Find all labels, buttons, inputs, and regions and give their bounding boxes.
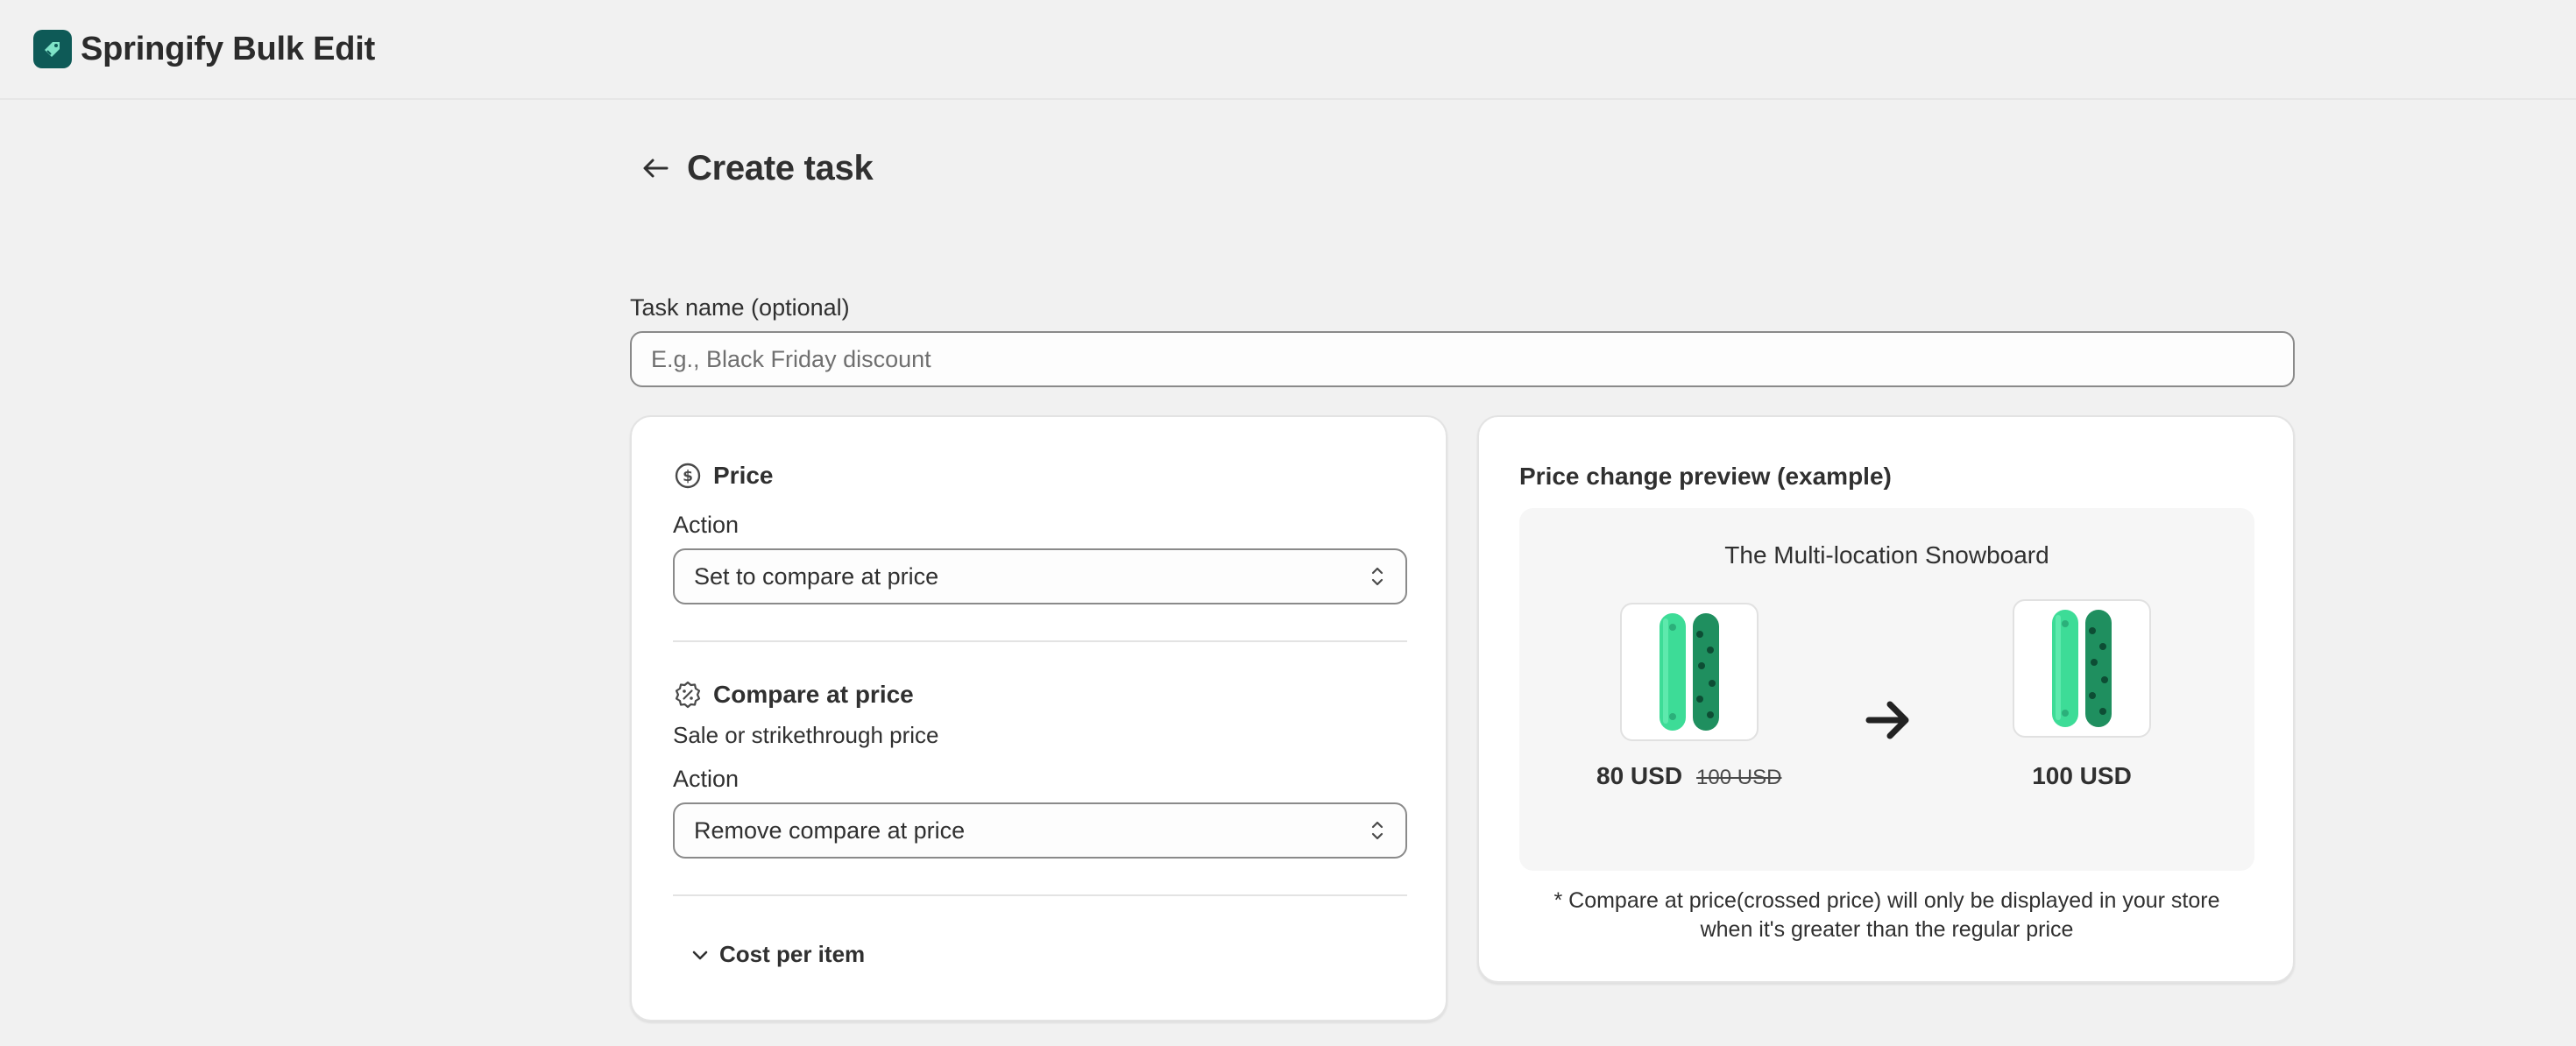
- before-price-value: 80 USD: [1596, 762, 1683, 789]
- compare-section-title: Compare at price: [713, 681, 914, 708]
- section-divider: [673, 640, 1407, 642]
- svg-text:$: $: [683, 468, 693, 485]
- tag-leaf-icon: [33, 30, 72, 68]
- preview-note: * Compare at price(crossed price) will o…: [1519, 887, 2254, 944]
- arrow-left-icon: [643, 159, 669, 178]
- app-title: Springify Bulk Edit: [81, 30, 376, 67]
- discount-badge-icon: [673, 680, 703, 710]
- preview-title: Price change preview (example): [1519, 463, 1892, 490]
- price-section-header: $ Price: [673, 461, 774, 491]
- after-price-value: 100 USD: [2032, 762, 2132, 789]
- snowboard-image: [2052, 610, 2112, 727]
- product-thumbnail-before: [1620, 603, 1759, 741]
- task-name-input[interactable]: [630, 331, 2295, 387]
- preview-box: The Multi-location Snowboard 80 USD 100 …: [1519, 508, 2254, 871]
- dollar-circle-icon: $: [673, 461, 703, 491]
- compare-action-select[interactable]: Remove compare at price: [673, 802, 1407, 859]
- cost-per-item-toggle[interactable]: Cost per item: [690, 941, 865, 968]
- price-action-label: Action: [673, 512, 740, 538]
- select-caret-icon: [1371, 821, 1384, 840]
- app-topbar: Springify Bulk Edit: [0, 0, 2576, 100]
- compare-section-header: Compare at price: [673, 680, 914, 710]
- price-action-select[interactable]: Set to compare at price: [673, 548, 1407, 604]
- cost-per-item-label: Cost per item: [719, 941, 866, 967]
- page-header: Create task: [636, 144, 874, 193]
- back-button[interactable]: [636, 149, 675, 187]
- page-title: Create task: [687, 148, 874, 187]
- preview-note-line-2: when it's greater than the regular price: [1700, 917, 2074, 942]
- task-name-label: Task name (optional): [630, 294, 850, 321]
- compare-section-description: Sale or strikethrough price: [673, 722, 939, 748]
- snowboard-image: [1660, 613, 1719, 731]
- product-thumbnail-after: [2013, 599, 2151, 738]
- arrow-right-icon: [1865, 701, 1909, 739]
- price-preview-card: Price change preview (example) The Multi…: [1477, 415, 2295, 983]
- product-name: The Multi-location Snowboard: [1724, 541, 2049, 569]
- edit-settings-card: $ Price Action Set to compare at price C…: [630, 415, 1447, 1021]
- compare-action-label: Action: [673, 766, 740, 792]
- section-divider: [673, 894, 1407, 896]
- chevron-down-icon: [692, 951, 708, 959]
- price-before: 80 USD 100 USD: [1596, 762, 1781, 790]
- preview-note-line-1: * Compare at price(crossed price) will o…: [1553, 888, 2220, 913]
- select-caret-icon: [1371, 567, 1384, 586]
- price-section-title: Price: [713, 462, 774, 489]
- compare-action-value: Remove compare at price: [694, 816, 966, 844]
- price-action-value: Set to compare at price: [694, 562, 939, 590]
- before-compare-price: 100 USD: [1696, 766, 1782, 789]
